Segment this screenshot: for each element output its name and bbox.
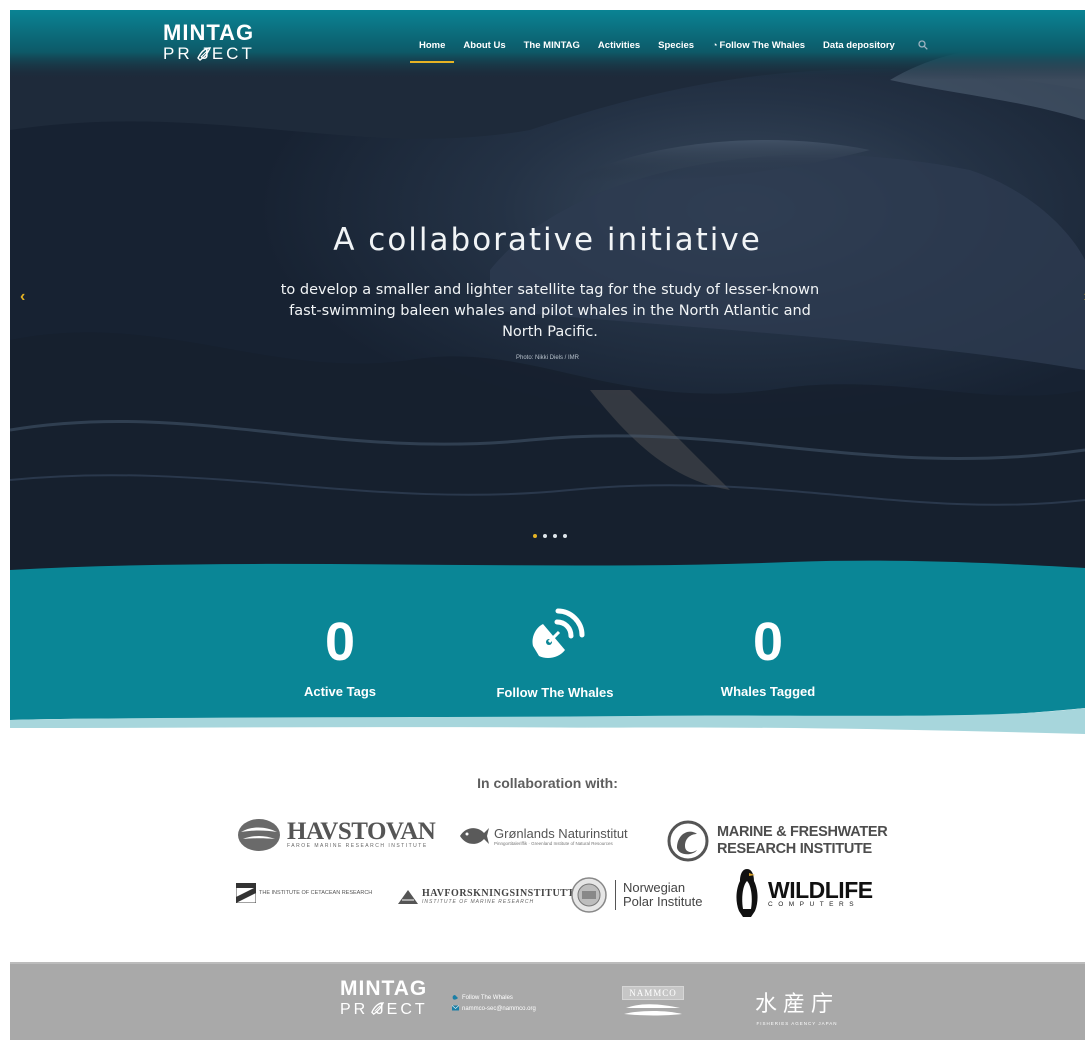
greenland-institute-subtitle: Pinngortitaleriffik · Greenland Institut…: [494, 841, 613, 846]
nav-data-depository[interactable]: Data depository: [814, 40, 904, 53]
mfri-logo[interactable]: MARINE & FRESHWATER RESEARCH INSTITUTE: [667, 820, 888, 862]
top-navigation-bar: MINTAG PR JECT Home About Us The MINTAG …: [10, 10, 1085, 80]
wildlife-computers-logo[interactable]: WILDLIFE COMPUTERS: [732, 867, 873, 919]
imr-triangle-icon: [398, 889, 418, 904]
nammco-whale-icon: [624, 1004, 682, 1016]
slider-dot-1[interactable]: [533, 534, 537, 538]
mfri-line-2: RESEARCH INSTITUTE: [717, 841, 872, 857]
envelope-icon: [452, 1005, 459, 1011]
slider-dot-4[interactable]: [563, 534, 567, 538]
wildlife-subtitle: COMPUTERS: [768, 900, 860, 908]
footer-email-label: nammco-sec@nammco.org: [462, 1006, 536, 1012]
photo-credit: Photo: Nikki Diels / IMR: [515, 355, 579, 361]
havstovan-subtitle: FAROE MARINE RESEARCH INSTITUTE: [287, 843, 428, 849]
havstovan-emblem-icon: [238, 819, 280, 851]
nav-follow-the-whales[interactable]: ◔ Follow The Whales: [703, 40, 814, 53]
nammco-logo[interactable]: NAMMCO: [622, 986, 684, 1025]
slider-dots: [533, 534, 567, 538]
havstovan-logo[interactable]: HAVSTOVAN FAROE MARINE RESEARCH INSTITUT…: [237, 818, 436, 852]
whale-tail-logo-icon: [197, 47, 212, 61]
nav-about-us[interactable]: About Us: [454, 40, 514, 53]
main-nav: Home About Us The MINTAG Activities Spec…: [410, 40, 937, 63]
page: MINTAG PR JECT Home About Us The MINTAG …: [10, 10, 1085, 1040]
logo-text-top: MINTAG: [163, 20, 255, 45]
hero-slider: MINTAG PR JECT Home About Us The MINTAG …: [10, 10, 1085, 570]
satellite-icon: [452, 995, 458, 1001]
fisheries-agency-japan-logo[interactable]: 水産庁 FISHERIES AGENCY JAPAN: [755, 986, 839, 1026]
footer-mintag-logo[interactable]: MINTAG PR JECT: [340, 978, 428, 1020]
icr-emblem-icon: [236, 883, 256, 903]
satellite-icon: ◔: [712, 40, 718, 50]
footer-links: Follow The Whales nammco-sec@nammco.org: [452, 993, 536, 1015]
footer-email-link[interactable]: nammco-sec@nammco.org: [452, 1004, 536, 1015]
havstovan-name: HAVSTOVAN: [287, 818, 436, 845]
slider-dot-3[interactable]: [553, 534, 557, 538]
footer: MINTAG PR JECT Follow The Whales nammco-…: [10, 962, 1085, 1040]
hero-subline: to develop a smaller and lighter satelli…: [280, 282, 820, 340]
footer-logo-text-top: MINTAG: [340, 977, 428, 1000]
search-icon[interactable]: [904, 40, 937, 53]
nav-species[interactable]: Species: [649, 40, 703, 53]
follow-the-whales-label: Follow The Whales: [496, 685, 614, 700]
imr-name: HAVFORSKNINGSINSTITUTTET: [422, 888, 589, 899]
imr-logo[interactable]: HAVFORSKNINGSINSTITUTTET INSTITUTE OF MA…: [398, 888, 589, 905]
greenland-institute-logo[interactable]: Grønlands Naturinstitut Pinngortitalerif…: [458, 823, 628, 849]
nav-the-mintag[interactable]: The MINTAG: [515, 40, 589, 53]
wildlife-name: WILDLIFE: [768, 876, 873, 903]
penguin-icon: [736, 869, 758, 917]
nav-follow-label: Follow The Whales: [719, 40, 806, 51]
slider-dot-2[interactable]: [543, 534, 547, 538]
npi-seal-icon: [571, 877, 607, 913]
fisheries-agency-en: FISHERIES AGENCY JAPAN: [756, 1021, 838, 1026]
footer-follow-label: Follow The Whales: [462, 995, 513, 1001]
greenland-fish-icon: [460, 828, 489, 844]
stat-active-tags: 0 Active Tags: [260, 612, 420, 699]
stats-band: 0 Active Tags Follow The Whales 0 Whales…: [10, 558, 1085, 738]
mfri-line-1: MARINE & FRESHWATER: [717, 824, 888, 840]
npi-logo[interactable]: Norwegian Polar Institute: [570, 876, 703, 914]
npi-line-2: Polar Institute: [623, 894, 703, 909]
whales-tagged-count: 0: [752, 612, 784, 672]
active-tags-label: Active Tags: [303, 684, 376, 699]
mintag-logo[interactable]: MINTAG PR JECT: [163, 22, 255, 64]
collaboration-heading: In collaboration with:: [477, 775, 618, 791]
stat-whales-tagged: 0 Whales Tagged: [688, 612, 848, 699]
nav-home[interactable]: Home: [410, 40, 455, 63]
npi-divider: [615, 880, 616, 910]
nammco-name: NAMMCO: [622, 986, 684, 1000]
nav-activities[interactable]: Activities: [589, 40, 649, 53]
satellite-dish-icon: [532, 608, 585, 658]
footer-follow-link[interactable]: Follow The Whales: [452, 993, 536, 1004]
imr-subtitle: INSTITUTE OF MARINE RESEARCH: [422, 899, 535, 905]
active-tags-count: 0: [324, 612, 356, 672]
icr-logo[interactable]: THE INSTITUTE OF CETACEAN RESEARCH: [236, 883, 372, 903]
icr-name: THE INSTITUTE OF CETACEAN RESEARCH: [259, 890, 373, 896]
footer-whale-tail-icon: [371, 1002, 385, 1015]
npi-line-1: Norwegian: [623, 880, 686, 895]
hero-headline: A collaborative initiative: [333, 222, 762, 258]
slider-prev-icon[interactable]: ‹: [20, 288, 25, 306]
greenland-institute-name: Grønlands Naturinstitut: [494, 826, 628, 841]
mfri-emblem-icon: [667, 820, 709, 862]
stat-follow-the-whales[interactable]: Follow The Whales: [475, 608, 635, 700]
fisheries-agency-jp: 水産庁: [755, 992, 840, 1017]
whales-tagged-label: Whales Tagged: [720, 684, 816, 699]
